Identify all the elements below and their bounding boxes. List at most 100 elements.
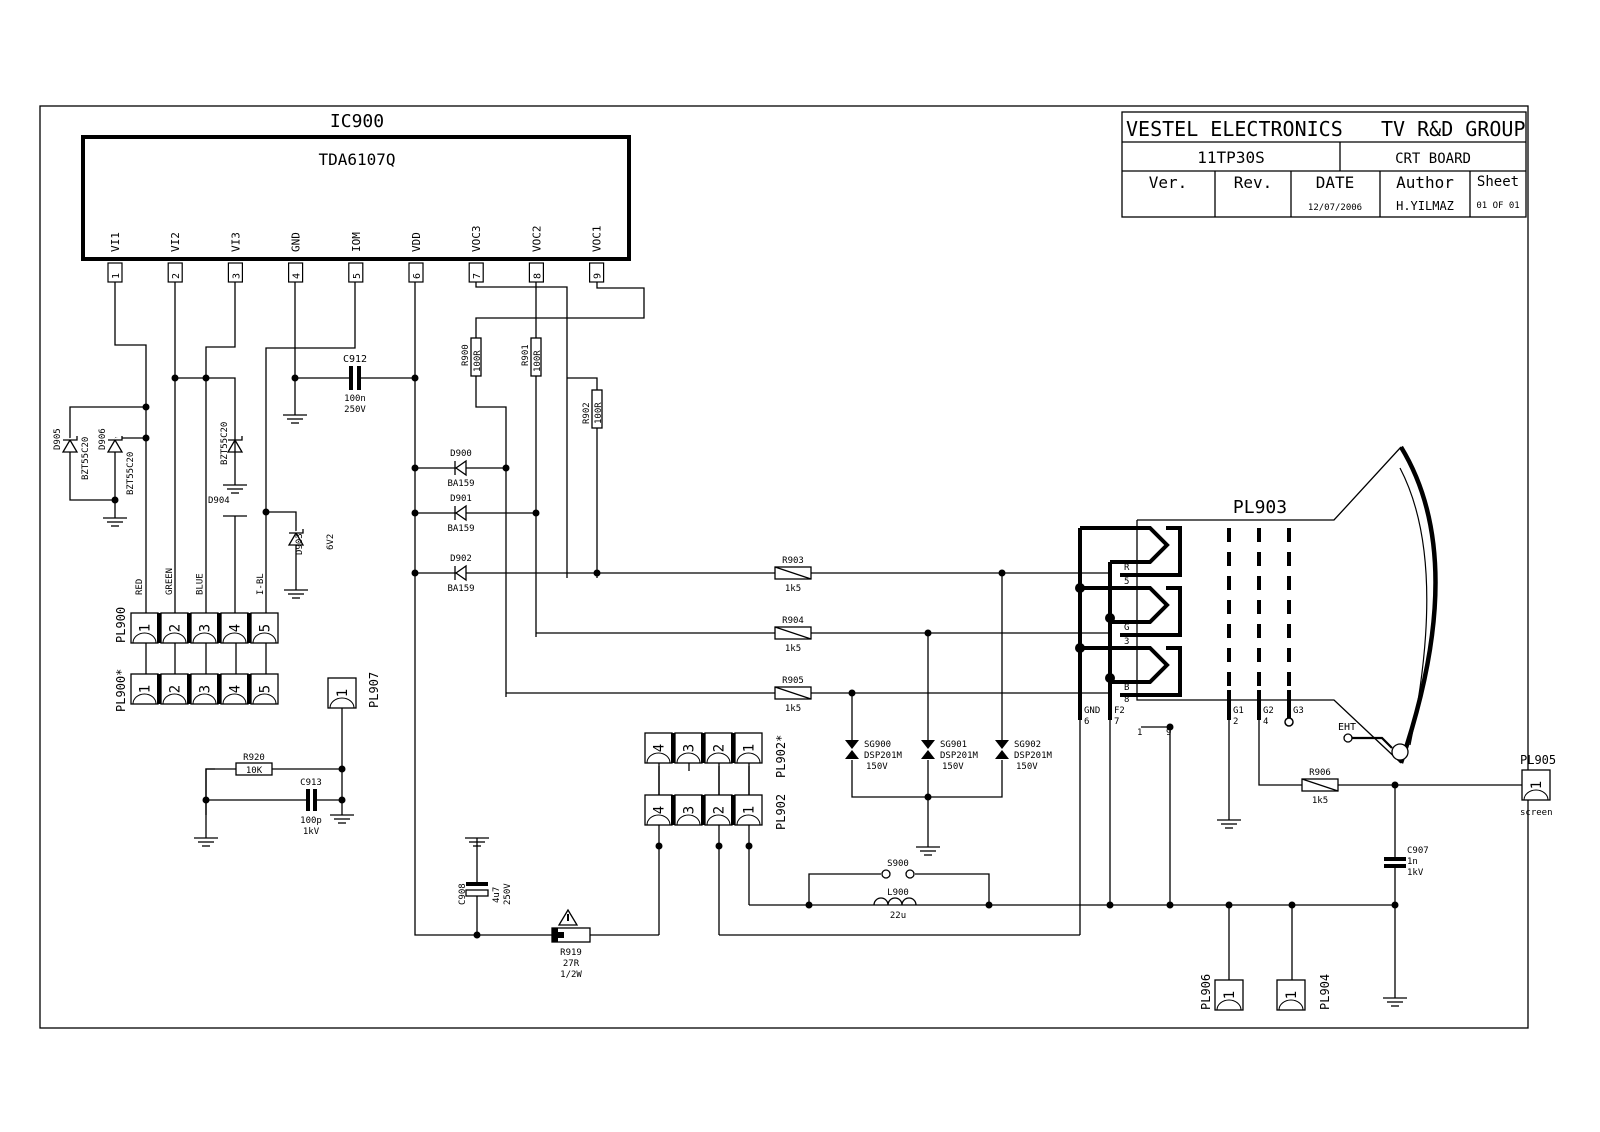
- ic-pin-name: VI3: [229, 232, 242, 252]
- connector-pin-number: 4: [228, 624, 244, 632]
- connector-pl904[interactable]: 1 PL904: [1276, 974, 1332, 1011]
- ic-pin-7: 7 VOC3: [468, 226, 484, 283]
- connector-pin-number: 3: [682, 806, 698, 814]
- s900-ref: S900: [887, 859, 909, 869]
- board-name: CRT BOARD: [1395, 151, 1471, 167]
- c913-ref: C913: [300, 778, 322, 788]
- g3-label: G3: [1293, 706, 1304, 716]
- author-label: Author: [1396, 173, 1454, 192]
- connector-pin-number: 1: [138, 624, 154, 632]
- connector-pl907[interactable]: 1 PL907: [327, 672, 381, 709]
- connector-pl906-ref: PL906: [1199, 974, 1213, 1010]
- ic-pin-name: VOC3: [470, 226, 483, 253]
- r920-value: 10K: [246, 766, 263, 776]
- r900-ref: R900: [461, 344, 471, 366]
- r902-value: 100R: [594, 402, 604, 424]
- heater-label: F2: [1114, 706, 1125, 716]
- ic-pin-name: IOM: [350, 232, 363, 252]
- r905-ref: R905: [782, 676, 804, 686]
- crt-pin-9: 9: [1166, 728, 1171, 738]
- sg900-value: DSP201M: [864, 751, 903, 761]
- company-name: VESTEL ELECTRONICS: [1126, 117, 1343, 141]
- ic-pin-9: 9 VOC1: [588, 226, 605, 283]
- d902-value: BA159: [447, 584, 474, 594]
- ic-pin-8: 8 VOC2: [528, 226, 545, 283]
- connector-pin-number: 1: [1284, 991, 1300, 999]
- crt-pin-1: 1: [1137, 728, 1142, 738]
- cathode-g-color: G: [1124, 623, 1129, 633]
- r901-ref: R901: [521, 344, 531, 366]
- connector-pin-number: 2: [712, 806, 728, 814]
- sg901-ref: SG901: [940, 740, 967, 750]
- r901-value: 100R: [533, 350, 543, 372]
- connector-pin-number: 5: [258, 685, 274, 693]
- connector-pl902-ref: PL902: [774, 794, 788, 830]
- ic-ref: IC900: [330, 111, 384, 132]
- ic-pin-name: VOC1: [591, 226, 604, 253]
- c907-ref: C907: [1407, 846, 1429, 856]
- connector-pin-number: 4: [652, 744, 668, 752]
- connector-pl900s[interactable]: 1 2 3 4 5 PL900*: [114, 669, 279, 712]
- g1-pin: 2: [1233, 717, 1238, 727]
- gnd-label: GND: [1084, 706, 1100, 716]
- connector-pin-number: 1: [742, 744, 758, 752]
- d905-ref: D905: [53, 428, 63, 450]
- ic-pin-5: 5 IOM: [348, 232, 364, 283]
- connector-pin-number: 1: [742, 806, 758, 814]
- connector-pin-number: 3: [682, 744, 698, 752]
- connector-pl900[interactable]: 1 2 3 4 5 PL900: [114, 607, 279, 644]
- connectors: 1 2 3 4 5 PL900 1 2 3 4 5 PL900* 4 3 2 1 PL902* 4 3 2 1 PL902…: [114, 568, 1556, 1011]
- g2-label: G2: [1263, 706, 1274, 716]
- cathode-r-pin: 5: [1124, 577, 1129, 587]
- c908-ref: C908: [458, 883, 468, 905]
- wires: [61, 282, 1522, 1007]
- rev-label: Rev.: [1234, 173, 1273, 192]
- c908-rating: 250V: [503, 883, 513, 905]
- connector-pl902[interactable]: 4 3 2 1 PL902: [644, 794, 788, 830]
- ic-pin-name: VOC2: [530, 226, 543, 253]
- d906-value: BZT55C20: [126, 452, 136, 495]
- r920-ref: R920: [243, 753, 265, 763]
- r919-ref: R919: [560, 948, 582, 958]
- c913-rating: 1kV: [303, 827, 320, 837]
- r904-ref: R904: [782, 616, 804, 626]
- connector-pin-number: 1: [335, 689, 351, 697]
- connector-pl902s[interactable]: 4 3 2 1 PL902*: [644, 732, 788, 778]
- ic-part: TDA6107Q: [318, 150, 395, 169]
- sg901-value: DSP201M: [940, 751, 979, 761]
- ic900: IC900 TDA6107Q 1 VI1 2 VI2 3 VI3 4 GND 5 IOM 6 VDD 7…: [81, 111, 631, 283]
- heater-pin: 7: [1114, 717, 1119, 727]
- connector-pl905[interactable]: 1 PL905 screen: [1520, 753, 1556, 818]
- connector-pin-number: 1: [138, 685, 154, 693]
- sheet-value: 01 OF 01: [1476, 201, 1519, 211]
- connector-pin-number: 4: [228, 685, 244, 693]
- r904-value: 1k5: [785, 644, 801, 654]
- d900-ref: D900: [450, 449, 472, 459]
- ic-pin-name: VDD: [410, 232, 423, 252]
- connector-pl905-ref: PL905: [1520, 753, 1556, 767]
- ic-pin-number: 9: [593, 273, 604, 279]
- r905-value: 1k5: [785, 704, 801, 714]
- cathode-r-color: R: [1124, 563, 1130, 573]
- sheet-label: Sheet: [1477, 174, 1519, 190]
- c912-value: 100n: [344, 394, 366, 404]
- connector-pin-number: 3: [198, 624, 214, 632]
- ic-pin-number: 8: [532, 273, 543, 279]
- signal-label: BLUE: [195, 573, 205, 595]
- connector-pin-number: 1: [1222, 991, 1238, 999]
- group-name: TV R&D GROUP: [1381, 117, 1526, 141]
- connector-pl904-ref: PL904: [1318, 974, 1332, 1010]
- connector-pl906[interactable]: 1 PL906: [1199, 974, 1244, 1011]
- r902-ref: R902: [582, 402, 592, 424]
- r906-value: 1k5: [1312, 796, 1328, 806]
- r900-value: 100R: [473, 350, 483, 372]
- connector-pin-number: 2: [712, 744, 728, 752]
- d904-ref: D904: [208, 496, 230, 506]
- connector-pl900-ref: PL900: [114, 607, 128, 643]
- c908-value: 4u7: [492, 887, 502, 903]
- sg902-rating: 150V: [1016, 762, 1038, 772]
- connector-pl900s-ref: PL900*: [114, 669, 128, 712]
- connector-pin-number: 1: [1529, 781, 1545, 789]
- d903-ref: D903: [295, 533, 305, 555]
- d900-value: BA159: [447, 479, 474, 489]
